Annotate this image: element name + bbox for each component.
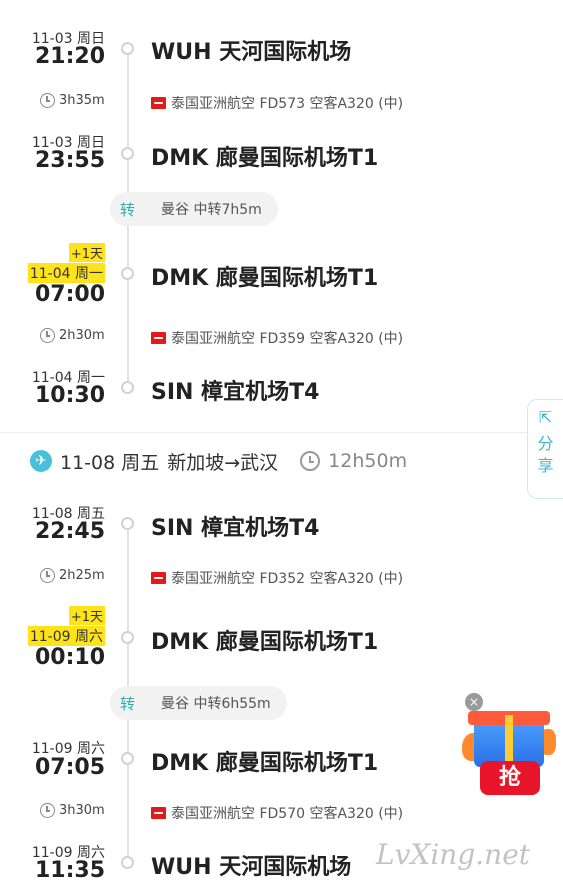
timeline-dot <box>121 631 134 644</box>
share-icon: ⇱ <box>538 408 553 427</box>
transfer-badge: 转 曼谷 中转6h55m <box>110 686 287 720</box>
transfer-icon: 转 <box>120 694 136 713</box>
segment-flight: 泰国亚洲航空 FD359 空客A320 (中) <box>151 328 403 348</box>
segment-flight: 泰国亚洲航空 FD573 空客A320 (中) <box>151 93 403 113</box>
stop-time: 22:45 <box>34 519 105 544</box>
duration-text: 2h30m <box>59 328 105 343</box>
stop-airport: SIN 樟宜机场T4 <box>151 380 320 405</box>
transfer-text: 曼谷 中转7h5m <box>161 202 262 218</box>
stop-time: 11:35 <box>34 858 105 883</box>
stop-time: 21:20 <box>34 44 105 69</box>
return-date: 11-08 周五 <box>60 451 160 474</box>
stop-date: 11-04 周一 <box>27 263 105 283</box>
segment-flight: 泰国亚洲航空 FD570 空客A320 (中) <box>151 803 403 823</box>
grab-button[interactable]: 抢 <box>480 761 540 795</box>
clock-icon <box>40 803 55 818</box>
return-flight-header: ✈ 11-08 周五 新加坡→武汉 12h50m <box>30 446 407 476</box>
stop-date: 11-09 周六 <box>27 626 105 646</box>
stop-airport: WUH 天河国际机场 <box>151 855 352 880</box>
plane-icon: ✈ <box>30 450 52 472</box>
timeline-dot <box>121 381 134 394</box>
promo-gift-widget[interactable]: × 抢 <box>460 693 560 803</box>
segment-duration: 2h25m <box>40 568 105 583</box>
flight-text: 泰国亚洲航空 FD352 空客A320 (中) <box>171 571 404 587</box>
stop-time: 07:05 <box>34 755 105 780</box>
flight-segment: 3h35m 泰国亚洲航空 FD573 空客A320 (中) <box>0 93 563 117</box>
duration-text: 3h30m <box>59 803 105 818</box>
timeline-dot <box>121 42 134 55</box>
return-total-duration: 12h50m <box>328 450 408 472</box>
section-divider <box>0 432 563 433</box>
airasia-logo-icon <box>151 807 166 819</box>
transfer-icon: 转 <box>120 200 136 219</box>
flight-segment: 2h30m 泰国亚洲航空 FD359 空客A320 (中) <box>0 328 563 352</box>
duration-text: 3h35m <box>59 93 105 108</box>
plus-day-badge: +1天 <box>68 243 105 262</box>
share-label: 分享 <box>537 434 554 475</box>
airasia-logo-icon <box>151 332 166 344</box>
timeline-dot <box>121 517 134 530</box>
flight-text: 泰国亚洲航空 FD570 空客A320 (中) <box>171 806 404 822</box>
flight-text: 泰国亚洲航空 FD359 空客A320 (中) <box>171 331 404 347</box>
stop-airport: SIN 樟宜机场T4 <box>151 516 320 541</box>
flight-segment: 3h30m 泰国亚洲航空 FD570 空客A320 (中) <box>0 803 563 827</box>
segment-flight: 泰国亚洲航空 FD352 空客A320 (中) <box>151 568 403 588</box>
plus-day-badge: +1天 <box>68 606 105 625</box>
stop-airport: DMK 廊曼国际机场T1 <box>151 630 379 655</box>
stop-time: 07:00 <box>34 282 105 307</box>
flight-segment: 2h25m 泰国亚洲航空 FD352 空客A320 (中) <box>0 568 563 592</box>
clock-icon <box>300 451 321 471</box>
clock-icon <box>40 568 55 583</box>
airasia-logo-icon <box>151 572 166 584</box>
stop-airport: DMK 廊曼国际机场T1 <box>151 266 379 291</box>
duration-text: 2h25m <box>59 568 105 583</box>
return-route: 新加坡→武汉 <box>167 451 279 474</box>
timeline-dot <box>121 856 134 869</box>
transfer-text: 曼谷 中转6h55m <box>161 696 271 712</box>
stop-time: 10:30 <box>34 383 105 408</box>
segment-duration: 2h30m <box>40 328 105 343</box>
share-button[interactable]: ⇱ 分享 <box>527 399 563 499</box>
stop-airport: DMK 廊曼国际机场T1 <box>151 751 379 776</box>
segment-duration: 3h35m <box>40 93 105 108</box>
timeline-dot <box>121 752 134 765</box>
clock-icon <box>40 328 55 343</box>
watermark: LvXing.net <box>376 838 531 871</box>
stop-airport: DMK 廊曼国际机场T1 <box>151 146 379 171</box>
flight-text: 泰国亚洲航空 FD573 空客A320 (中) <box>171 96 404 112</box>
close-icon[interactable]: × <box>465 693 483 711</box>
stop-time: 23:55 <box>34 148 105 173</box>
transfer-badge: 转 曼谷 中转7h5m <box>110 192 278 226</box>
airasia-logo-icon <box>151 97 166 109</box>
timeline-dot <box>121 147 134 160</box>
segment-duration: 3h30m <box>40 803 105 818</box>
clock-icon <box>40 93 55 108</box>
stop-time: 00:10 <box>34 645 105 670</box>
stop-airport: WUH 天河国际机场 <box>151 40 352 65</box>
timeline-dot <box>121 267 134 280</box>
